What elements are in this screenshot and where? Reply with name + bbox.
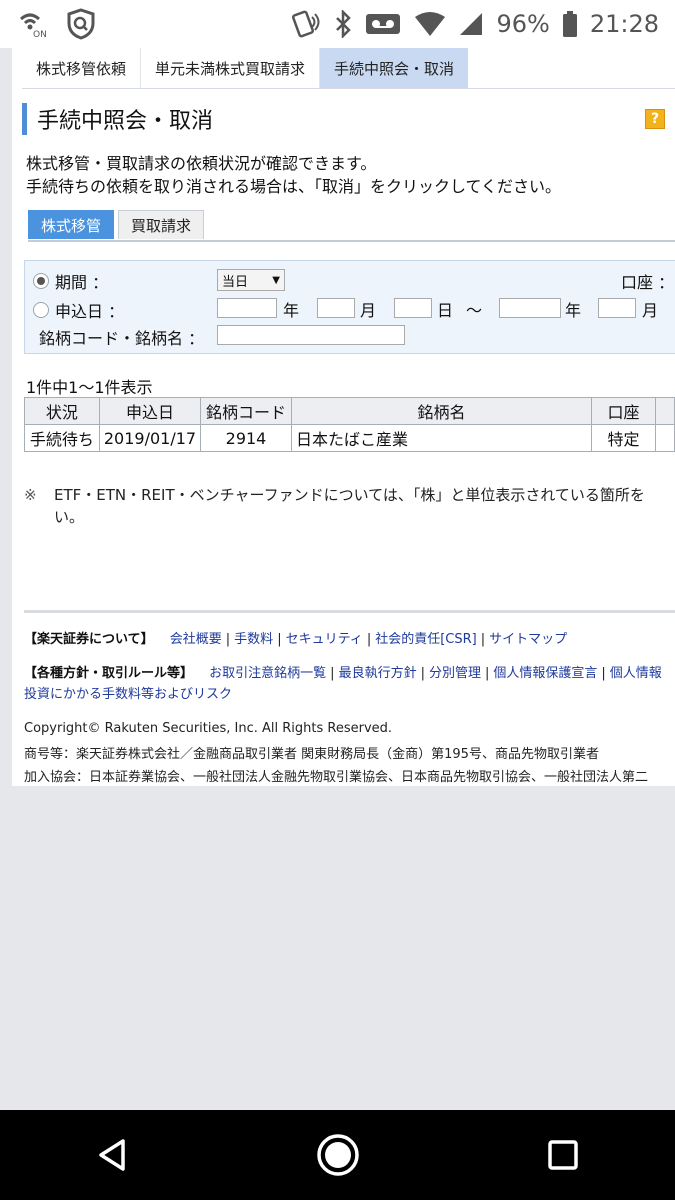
from-year-unit: 年 bbox=[283, 301, 300, 320]
table-header-row: 状況 申込日 銘柄コード 銘柄名 口座 bbox=[24, 397, 675, 425]
link-security[interactable]: セキュリティ bbox=[286, 632, 363, 647]
link-segregation[interactable]: 分別管理 bbox=[429, 666, 481, 681]
about-links: 【楽天証券について】 会社概要 | 手数料 | セキュリティ | 社会的責任[CSR] | サイ… bbox=[24, 632, 568, 647]
from-year-input[interactable] bbox=[217, 298, 277, 318]
chevron-down-icon: ▼ bbox=[272, 274, 280, 286]
note-mark: ※ bbox=[24, 486, 37, 504]
sub-tabs: 株式移管 買取請求 bbox=[28, 210, 675, 242]
policy-heading: 【各種方針・取引ルール等】 bbox=[24, 666, 194, 681]
page-title: 手続中照会・取消 bbox=[37, 109, 214, 134]
col-overflow bbox=[655, 397, 675, 425]
to-year-input[interactable] bbox=[499, 298, 561, 318]
apply-date-radio[interactable] bbox=[33, 302, 49, 318]
apply-date-row: 申込日 ： bbox=[33, 298, 124, 322]
from-day-unit: 日 bbox=[437, 301, 454, 320]
from-month-input[interactable] bbox=[317, 298, 355, 318]
note: ※ ETF・ETN・REIT・ベンチャーファンドについては、「株」と単位表示されて… bbox=[24, 484, 674, 528]
tab-pending-inquiry-cancel[interactable]: 手続中照会・取消 bbox=[319, 48, 469, 88]
from-month-unit: 月 bbox=[360, 301, 377, 320]
wifi-icon bbox=[414, 11, 446, 37]
home-circle-icon bbox=[316, 1134, 359, 1176]
cell-apply-date: 2019/01/17 bbox=[98, 424, 202, 452]
recents-square-icon bbox=[547, 1140, 578, 1170]
description-line-2: 手続待ちの依頼を取り消される場合は、「取消」をクリックしてください。 bbox=[26, 177, 562, 196]
table-row: 手続待ち 2019/01/17 2914 日本たばこ産業 特定 bbox=[24, 424, 675, 452]
filter-panel: 期間 ： 当日 ▼ 口座 ： 申込日 ： 年 月 日 ～ 年 月 銘柄コード・銘… bbox=[24, 260, 675, 354]
link-privacy-declaration[interactable]: 個人情報保護宣言 bbox=[493, 666, 597, 681]
home-button[interactable] bbox=[308, 1125, 368, 1185]
col-stock-name: 銘柄名 bbox=[290, 397, 593, 425]
cell-overflow bbox=[655, 424, 675, 452]
shield-icon bbox=[66, 8, 96, 40]
help-icon[interactable]: ? bbox=[645, 109, 665, 129]
to-year-unit: 年 bbox=[565, 301, 582, 320]
account-label: 口座 ： bbox=[621, 273, 675, 292]
note-text: ETF・ETN・REIT・ベンチャーファンドについては、「株」と単位表示されてい… bbox=[54, 486, 645, 504]
link-sitemap[interactable]: サイトマップ bbox=[489, 632, 567, 647]
col-apply-date: 申込日 bbox=[98, 397, 202, 425]
description: 株式移管・買取請求の依頼状況が確認できます。 手続待ちの依頼を取り消される場合は… bbox=[26, 152, 561, 198]
cell-stock-name: 日本たばこ産業 bbox=[290, 424, 593, 452]
clock: 21:28 bbox=[589, 10, 659, 38]
period-label: 期間 ： bbox=[55, 273, 109, 292]
link-fees-and-risks[interactable]: 投資にかかる手数料等およびリスク bbox=[24, 687, 232, 702]
range-separator: ～ bbox=[466, 301, 483, 320]
period-select[interactable]: 当日 ▼ bbox=[217, 269, 285, 291]
note-text-continued: い。 bbox=[54, 508, 85, 526]
period-row: 期間 ： bbox=[33, 269, 108, 293]
wifi-calling-icon: ON bbox=[18, 9, 52, 39]
to-month-unit: 月 bbox=[642, 301, 659, 320]
col-stock-code: 銘柄コード bbox=[200, 397, 292, 425]
nfc-icon bbox=[292, 9, 322, 39]
battery-icon bbox=[562, 10, 578, 38]
trade-name: 商号等：楽天証券株式会社／金融商品取引業者 関東財務局長（金商）第195号、商品… bbox=[24, 747, 599, 762]
subtab-buyback-request[interactable]: 買取請求 bbox=[118, 210, 205, 239]
voicemail-icon bbox=[364, 10, 402, 38]
col-status: 状況 bbox=[24, 397, 100, 425]
link-best-execution[interactable]: 最良執行方針 bbox=[339, 666, 417, 681]
description-line-1: 株式移管・買取請求の依頼状況が確認できます。 bbox=[26, 154, 377, 173]
battery-percent: 96% bbox=[496, 10, 550, 38]
status-on-badge: ON bbox=[33, 30, 47, 39]
link-fees[interactable]: 手数料 bbox=[234, 632, 273, 647]
tab-stock-transfer-request[interactable]: 株式移管依頼 bbox=[22, 48, 140, 88]
navigation-bar bbox=[0, 1110, 675, 1200]
policy-links: 【各種方針・取引ルール等】 お取引注意銘柄一覧 | 最良執行方針 | 分別管理 | 個人情報… bbox=[24, 666, 662, 681]
link-company-overview[interactable]: 会社概要 bbox=[170, 632, 222, 647]
link-csr[interactable]: 社会的責任[CSR] bbox=[375, 632, 477, 647]
cell-stock-code: 2914 bbox=[200, 424, 292, 452]
results-table: 状況 申込日 銘柄コード 銘柄名 口座 手続待ち 2019/01/17 2914… bbox=[24, 397, 675, 452]
stock-code-input[interactable] bbox=[217, 325, 405, 345]
copyright: Copyright© Rakuten Securities, Inc. All … bbox=[24, 721, 393, 736]
back-button[interactable] bbox=[83, 1125, 143, 1185]
policy-links-line-2: 投資にかかる手数料等およびリスク bbox=[24, 683, 232, 702]
footer-divider bbox=[24, 610, 675, 613]
code-label: 銘柄コード・銘柄名 ： bbox=[39, 329, 205, 348]
to-month-input[interactable] bbox=[598, 298, 636, 318]
associations: 加入協会：日本証券業協会、一般社団法人金融先物取引業協会、日本商品先物取引協会、… bbox=[24, 770, 649, 785]
page-content: 株式移管依頼 単元未満株式買取請求 手続中照会・取消 手続中照会・取消 ? 株式… bbox=[12, 48, 675, 786]
col-account: 口座 bbox=[591, 397, 656, 425]
apply-date-label: 申込日 ： bbox=[55, 302, 125, 321]
tab-odd-lot-buyback-request[interactable]: 単元未満株式買取請求 bbox=[140, 48, 319, 88]
from-day-input[interactable] bbox=[394, 298, 432, 318]
cell-account: 特定 bbox=[591, 424, 656, 452]
about-heading: 【楽天証券について】 bbox=[24, 632, 154, 647]
code-row: 銘柄コード・銘柄名 ： bbox=[39, 325, 204, 349]
bluetooth-icon bbox=[334, 10, 352, 38]
cell-status: 手続待ち bbox=[24, 424, 100, 452]
period-select-value: 当日 bbox=[222, 274, 249, 290]
status-bar: ON 96% 21:28 bbox=[0, 0, 675, 48]
top-tabs: 株式移管依頼 単元未満株式買取請求 手続中照会・取消 bbox=[22, 48, 675, 89]
back-triangle-icon bbox=[98, 1139, 125, 1171]
period-radio[interactable] bbox=[33, 273, 49, 289]
signal-icon bbox=[458, 11, 484, 37]
subtab-stock-transfer[interactable]: 株式移管 bbox=[28, 210, 115, 239]
title-accent-bar bbox=[22, 103, 27, 135]
results-count: 1件中1～1件表示 bbox=[26, 378, 153, 397]
link-caution-stocks[interactable]: お取引注意銘柄一覧 bbox=[209, 666, 326, 681]
link-privacy-info[interactable]: 個人情報 bbox=[610, 666, 662, 681]
title-row: 手続中照会・取消 ? bbox=[22, 102, 667, 136]
recents-button[interactable] bbox=[533, 1125, 593, 1185]
